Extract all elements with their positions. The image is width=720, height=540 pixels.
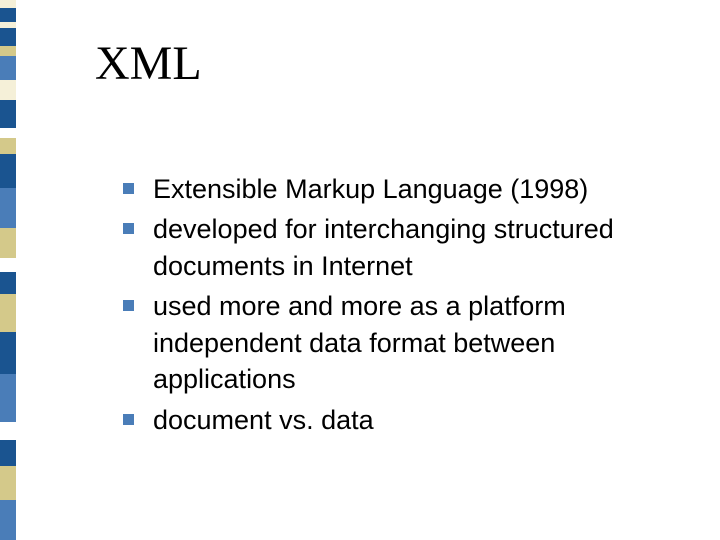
list-item: document vs. data [123, 402, 680, 438]
strip-segment [0, 332, 16, 374]
list-item: Extensible Markup Language (1998) [123, 171, 680, 207]
strip-segment [0, 500, 16, 540]
slide-content: XML Extensible Markup Language (1998) de… [95, 36, 680, 442]
list-item: used more and more as a platform indepen… [123, 288, 680, 397]
strip-segment [0, 0, 16, 8]
list-item: developed for interchanging structured d… [123, 211, 680, 284]
strip-segment [0, 28, 16, 46]
slide-title: XML [95, 36, 680, 91]
strip-segment [0, 128, 16, 138]
strip-segment [0, 294, 16, 332]
strip-segment [0, 188, 16, 228]
bullet-list: Extensible Markup Language (1998) develo… [95, 171, 680, 438]
strip-segment [0, 138, 16, 154]
strip-segment [0, 154, 16, 188]
strip-segment [0, 440, 16, 466]
square-bullet-icon [123, 183, 134, 194]
strip-segment [0, 466, 16, 500]
strip-segment [0, 228, 16, 258]
strip-segment [0, 272, 16, 294]
decorative-left-strip [0, 0, 16, 540]
strip-segment [0, 46, 16, 56]
strip-segment [0, 8, 16, 22]
square-bullet-icon [123, 414, 134, 425]
strip-segment [0, 100, 16, 128]
strip-segment [0, 374, 16, 422]
strip-segment [0, 422, 16, 440]
bullet-text: Extensible Markup Language (1998) [153, 174, 588, 204]
square-bullet-icon [123, 300, 134, 311]
bullet-text: developed for interchanging structured d… [153, 214, 614, 280]
square-bullet-icon [123, 223, 134, 234]
strip-segment [0, 80, 16, 100]
strip-segment [0, 258, 16, 272]
bullet-text: document vs. data [153, 405, 374, 435]
bullet-text: used more and more as a platform indepen… [153, 291, 566, 394]
strip-segment [0, 56, 16, 80]
